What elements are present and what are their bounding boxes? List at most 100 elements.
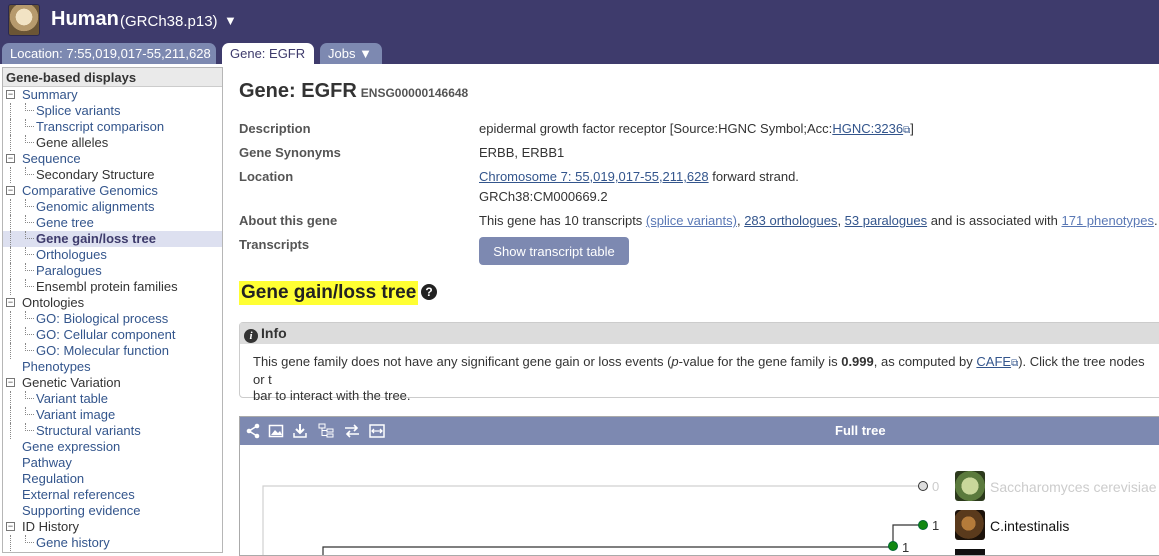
tree-node[interactable]: [918, 520, 928, 530]
sidebar-item-label[interactable]: Variant table: [36, 391, 108, 406]
sidebar-item-label[interactable]: External references: [22, 487, 135, 502]
sidebar-item[interactable]: GO: Biological process: [3, 311, 222, 327]
sidebar-item[interactable]: GO: Molecular function: [3, 343, 222, 359]
collapse-toggle-icon[interactable]: −: [6, 378, 15, 387]
sidebar-item-label[interactable]: Regulation: [22, 471, 84, 486]
paralogues-link[interactable]: 53 paralogues: [845, 213, 927, 228]
sidebar-item-label[interactable]: Phenotypes: [22, 359, 91, 374]
sidebar-item[interactable]: − Comparative Genomics: [3, 183, 222, 199]
sidebar-item-label[interactable]: Structural variants: [36, 423, 141, 438]
sidebar-item-label[interactable]: Orthologues: [36, 247, 107, 262]
sidebar-item-label[interactable]: Transcript comparison: [36, 119, 164, 134]
tree-node[interactable]: [888, 541, 898, 551]
sidebar-item[interactable]: Secondary Structure: [3, 167, 222, 183]
sidebar-item-label[interactable]: Gene history: [36, 535, 110, 550]
sidebar-item-label[interactable]: GO: Molecular function: [36, 343, 169, 358]
species-dropdown-icon[interactable]: ▼: [224, 13, 237, 28]
hgnc-link[interactable]: HGNC:3236: [832, 121, 903, 136]
sidebar-item[interactable]: Splice variants: [3, 103, 222, 119]
sidebar-item-label[interactable]: Secondary Structure: [36, 167, 155, 182]
sidebar-item[interactable]: Orthologues: [3, 247, 222, 263]
sidebar-item[interactable]: − Summary: [3, 87, 222, 103]
species-avatar-icon[interactable]: [8, 4, 40, 36]
sidebar-item-label[interactable]: Comparative Genomics: [22, 183, 158, 198]
orthologues-link[interactable]: 283 orthologues: [744, 213, 837, 228]
sidebar-item-label[interactable]: Supporting evidence: [22, 503, 141, 518]
sidebar-item-label[interactable]: Gene expression: [22, 439, 120, 454]
sidebar-item-label[interactable]: GO: Cellular component: [36, 327, 175, 342]
sidebar-item[interactable]: Regulation: [3, 471, 222, 487]
sidebar-item[interactable]: Ensembl protein families: [3, 279, 222, 295]
location-link[interactable]: Chromosome 7: 55,019,017-55,211,628: [479, 169, 709, 184]
sidebar-item-label[interactable]: Variant image: [36, 407, 115, 422]
collapse-toggle-icon[interactable]: −: [6, 154, 15, 163]
species-title[interactable]: Human: [51, 8, 119, 31]
info-text-part: , as computed by: [873, 354, 977, 369]
sidebar-item[interactable]: Gene gain/loss tree: [3, 231, 222, 247]
sidebar-item[interactable]: GO: Cellular component: [3, 327, 222, 343]
image-icon[interactable]: [268, 423, 284, 439]
tree-layout-icon[interactable]: [318, 423, 334, 439]
collapse-toggle-icon[interactable]: −: [6, 186, 15, 195]
sidebar-item-label[interactable]: Gene gain/loss tree: [36, 231, 156, 246]
sidebar-item[interactable]: Genomic alignments: [3, 199, 222, 215]
tree-canvas[interactable]: 0 Saccharomyces cerevisiae 1 C.intestina…: [240, 445, 1159, 555]
sidebar-item-label[interactable]: Genomic alignments: [36, 199, 155, 214]
sidebar-item-label[interactable]: GO: Biological process: [36, 311, 168, 326]
sidebar-item[interactable]: Gene history: [3, 535, 222, 551]
species-label[interactable]: C.intestinalis: [990, 518, 1069, 534]
sidebar-item[interactable]: External references: [3, 487, 222, 503]
splice-variants-link[interactable]: (splice variants): [646, 213, 737, 228]
sidebar-item[interactable]: − ID History: [3, 519, 222, 535]
sidebar-item-label[interactable]: Splice variants: [36, 103, 121, 118]
tree-node[interactable]: [918, 481, 928, 491]
tree-guide: [10, 391, 11, 407]
tab-jobs[interactable]: Jobs ▼: [320, 43, 382, 64]
sidebar-item-label[interactable]: Pathway: [22, 455, 72, 470]
phenotypes-link[interactable]: 171 phenotypes: [1061, 213, 1154, 228]
species-thumbnail-icon: [955, 471, 985, 501]
cafe-link[interactable]: CAFE: [976, 354, 1011, 369]
assembly-version[interactable]: (GRCh38.p13): [120, 13, 218, 30]
location-strand: forward strand.: [708, 169, 799, 184]
sidebar-item[interactable]: Gene expression: [3, 439, 222, 455]
about-sep: ,: [837, 213, 845, 228]
collapse-toggle-icon[interactable]: −: [6, 298, 15, 307]
sidebar-item[interactable]: Supporting evidence: [3, 503, 222, 519]
sidebar-item[interactable]: Structural variants: [3, 423, 222, 439]
sidebar-item-label[interactable]: Paralogues: [36, 263, 102, 278]
sidebar-item[interactable]: Phenotypes: [3, 359, 222, 375]
sidebar-item[interactable]: Variant table: [3, 391, 222, 407]
tree-guide: [10, 199, 11, 215]
sidebar-item-label[interactable]: Ontologies: [22, 295, 84, 310]
tab-gene[interactable]: Gene: EGFR: [222, 43, 314, 64]
sidebar-item[interactable]: Variant image: [3, 407, 222, 423]
collapse-toggle-icon[interactable]: −: [6, 522, 15, 531]
show-transcript-table-button[interactable]: Show transcript table: [479, 237, 629, 265]
species-label[interactable]: Saccharomyces cerevisiae: [990, 479, 1157, 495]
sidebar-item[interactable]: − Genetic Variation: [3, 375, 222, 391]
sidebar-item[interactable]: Gene alleles: [3, 135, 222, 151]
tab-location[interactable]: Location: 7:55,019,017-55,211,628: [2, 43, 216, 64]
download-icon[interactable]: [292, 423, 308, 439]
sidebar-item-label[interactable]: Ensembl protein families: [36, 279, 178, 294]
info-text-part: This gene family does not have any signi…: [253, 354, 672, 369]
sidebar-item-label[interactable]: Gene alleles: [36, 135, 108, 150]
sidebar-item-label[interactable]: ID History: [22, 519, 79, 534]
sidebar-item[interactable]: Pathway: [3, 455, 222, 471]
tree-guide: [10, 311, 11, 327]
sidebar-item[interactable]: − Sequence: [3, 151, 222, 167]
help-icon[interactable]: ?: [421, 284, 437, 300]
sidebar-item-label[interactable]: Summary: [22, 87, 78, 102]
sidebar-item-label[interactable]: Gene tree: [36, 215, 94, 230]
sidebar-item[interactable]: Paralogues: [3, 263, 222, 279]
sidebar-item-label[interactable]: Sequence: [22, 151, 81, 166]
collapse-toggle-icon[interactable]: −: [6, 90, 15, 99]
share-icon[interactable]: [245, 423, 261, 439]
sidebar-item[interactable]: Transcript comparison: [3, 119, 222, 135]
sidebar-item[interactable]: Gene tree: [3, 215, 222, 231]
sidebar-item[interactable]: − Ontologies: [3, 295, 222, 311]
sidebar-item-label[interactable]: Genetic Variation: [22, 375, 121, 390]
swap-icon[interactable]: [344, 423, 360, 439]
resize-icon[interactable]: [369, 423, 385, 439]
